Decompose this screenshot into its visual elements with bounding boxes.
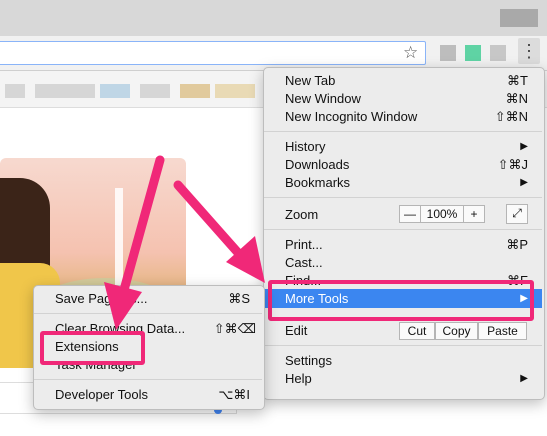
arrowhead-extensions-icon [104, 282, 142, 330]
arrow-to-more-tools-icon [173, 180, 245, 260]
arrow-to-extensions-icon [119, 155, 165, 295]
annotation-arrows [104, 155, 265, 330]
